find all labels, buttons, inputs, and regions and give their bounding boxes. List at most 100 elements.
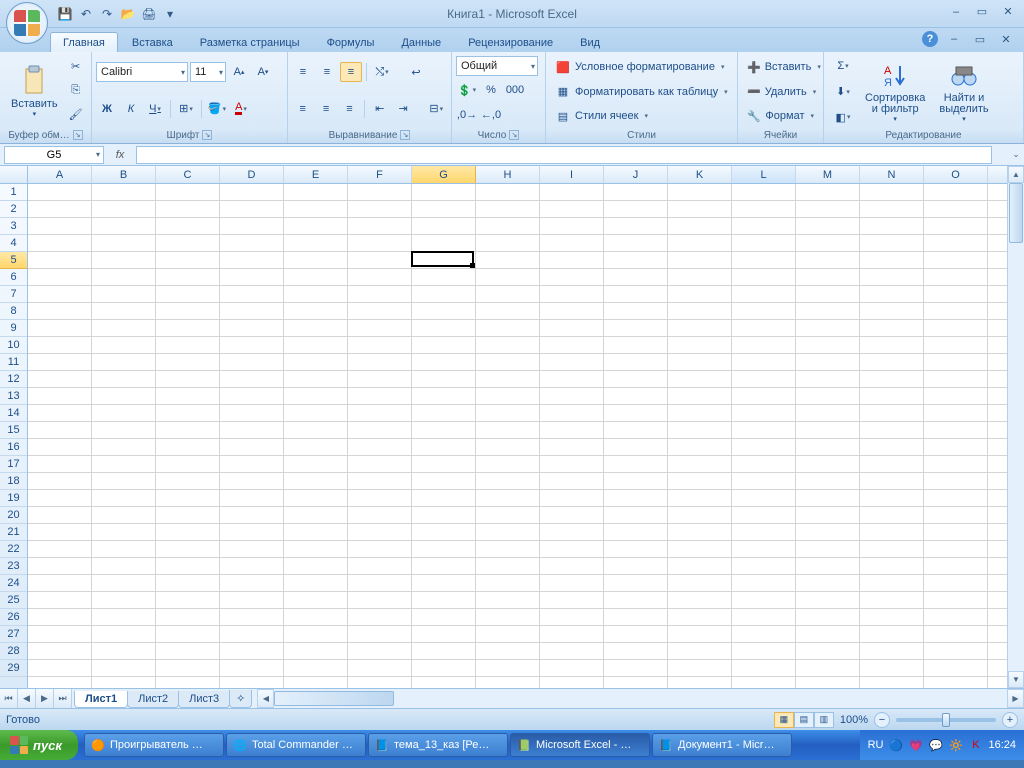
sheet-tab-2[interactable]: Лист2	[127, 691, 179, 708]
vertical-scrollbar[interactable]: ▲ ▼	[1007, 166, 1024, 688]
font-size-combo[interactable]: 11	[190, 62, 226, 82]
office-button[interactable]	[6, 2, 48, 44]
font-color-button[interactable]: A	[230, 99, 252, 119]
taskbar-item[interactable]: 📘тема_13_каз [Ре…	[368, 733, 508, 757]
align-middle-button[interactable]: ≡	[316, 62, 338, 82]
sheet-tab-new[interactable]: ✧	[229, 690, 252, 708]
column-header-C[interactable]: C	[156, 166, 220, 183]
italic-button[interactable]: К	[120, 99, 142, 119]
row-header-23[interactable]: 23	[0, 558, 27, 575]
format-as-table-button[interactable]: ▦Форматировать как таблицу	[550, 81, 733, 103]
zoom-thumb[interactable]	[942, 713, 950, 727]
tab-view[interactable]: Вид	[567, 32, 613, 52]
wrap-text-button[interactable]: ↩	[405, 62, 427, 82]
font-dialog-launcher[interactable]: ↘	[202, 130, 212, 140]
active-cell[interactable]	[411, 251, 474, 267]
column-header-I[interactable]: I	[540, 166, 604, 183]
row-header-11[interactable]: 11	[0, 354, 27, 371]
align-bottom-button[interactable]: ≡	[340, 62, 362, 82]
shrink-font-button[interactable]: A▾	[252, 62, 274, 82]
comma-button[interactable]: 000	[504, 80, 526, 100]
tray-icon-2[interactable]: 💗	[908, 738, 923, 753]
align-left-button[interactable]: ≡	[292, 99, 313, 119]
font-name-combo[interactable]: Calibri	[96, 62, 188, 82]
sheet-tab-1[interactable]: Лист1	[74, 691, 128, 708]
sheet-nav-prev[interactable]: ◀	[18, 689, 36, 708]
scroll-down-button[interactable]: ▼	[1008, 671, 1024, 688]
number-format-combo[interactable]: Общий	[456, 56, 538, 76]
row-header-7[interactable]: 7	[0, 286, 27, 303]
row-header-16[interactable]: 16	[0, 439, 27, 456]
column-header-H[interactable]: H	[476, 166, 540, 183]
scroll-up-button[interactable]: ▲	[1008, 166, 1024, 183]
decrease-decimal-button[interactable]: ←,0	[480, 105, 502, 125]
increase-decimal-button[interactable]: ,0→	[456, 105, 478, 125]
tab-review[interactable]: Рецензирование	[455, 32, 566, 52]
align-center-button[interactable]: ≡	[315, 99, 336, 119]
formula-input[interactable]	[136, 146, 992, 164]
number-dialog-launcher[interactable]: ↘	[509, 130, 519, 140]
tab-home[interactable]: Главная	[50, 32, 118, 52]
row-header-9[interactable]: 9	[0, 320, 27, 337]
decrease-indent-button[interactable]: ⇤	[369, 99, 390, 119]
column-header-E[interactable]: E	[284, 166, 348, 183]
row-header-25[interactable]: 25	[0, 592, 27, 609]
view-normal-button[interactable]: ▦	[774, 712, 794, 728]
row-header-29[interactable]: 29	[0, 660, 27, 677]
percent-button[interactable]: %	[480, 80, 502, 100]
insert-cells-button[interactable]: ➕Вставить	[742, 56, 819, 78]
clock[interactable]: 16:24	[988, 739, 1016, 751]
copy-button[interactable]: ⎘	[65, 80, 87, 100]
tab-formulas[interactable]: Формулы	[314, 32, 388, 52]
vscroll-thumb[interactable]	[1009, 183, 1023, 243]
row-header-4[interactable]: 4	[0, 235, 27, 252]
row-header-1[interactable]: 1	[0, 184, 27, 201]
hscroll-thumb[interactable]	[274, 691, 394, 706]
tray-icon-4[interactable]: 🔆	[948, 738, 963, 753]
row-header-17[interactable]: 17	[0, 456, 27, 473]
sort-filter-button[interactable]: AЯ Сортировка и фильтр▾	[858, 54, 932, 127]
tray-icon-1[interactable]: 🔵	[888, 738, 903, 753]
fill-button[interactable]: ⬇	[828, 82, 858, 102]
row-header-18[interactable]: 18	[0, 473, 27, 490]
merge-center-button[interactable]: ⊟	[426, 99, 447, 119]
row-header-15[interactable]: 15	[0, 422, 27, 439]
expand-formula-bar[interactable]: ⌄	[1008, 146, 1024, 164]
view-page-layout-button[interactable]: ▤	[794, 712, 814, 728]
minimize-button[interactable]: –	[946, 4, 966, 19]
doc-minimize-button[interactable]: –	[944, 32, 964, 47]
row-header-14[interactable]: 14	[0, 405, 27, 422]
format-cells-button[interactable]: 🔧Формат	[742, 105, 819, 127]
tab-page-layout[interactable]: Разметка страницы	[187, 32, 313, 52]
underline-button[interactable]: Ч	[144, 99, 166, 119]
paste-button[interactable]: Вставить ▾	[4, 54, 65, 127]
qat-print[interactable]: 🖨	[140, 5, 158, 23]
row-header-10[interactable]: 10	[0, 337, 27, 354]
tab-insert[interactable]: Вставка	[119, 32, 186, 52]
row-header-3[interactable]: 3	[0, 218, 27, 235]
column-header-G[interactable]: G	[412, 166, 476, 183]
cell-styles-button[interactable]: ▤Стили ячеек	[550, 105, 733, 127]
zoom-out-button[interactable]: −	[874, 712, 890, 728]
scroll-right-button[interactable]: ▶	[1007, 689, 1024, 708]
tray-icon-3[interactable]: 💬	[928, 738, 943, 753]
sheet-tab-3[interactable]: Лист3	[178, 691, 230, 708]
doc-close-button[interactable]: ✕	[996, 32, 1016, 47]
format-painter-button[interactable]: 🖌	[65, 105, 87, 125]
clear-button[interactable]: ◧	[828, 107, 858, 127]
row-header-5[interactable]: 5	[0, 252, 27, 269]
taskbar-item[interactable]: 📘Документ1 - Micr…	[652, 733, 792, 757]
row-header-24[interactable]: 24	[0, 575, 27, 592]
qat-redo[interactable]: ↷	[98, 5, 116, 23]
column-header-L[interactable]: L	[732, 166, 796, 183]
view-page-break-button[interactable]: ▥	[814, 712, 834, 728]
sheet-nav-last[interactable]: ⏭	[54, 689, 72, 708]
row-header-13[interactable]: 13	[0, 388, 27, 405]
language-indicator[interactable]: RU	[868, 739, 884, 751]
help-button[interactable]: ?	[922, 31, 938, 47]
zoom-slider[interactable]	[896, 718, 996, 722]
column-header-N[interactable]: N	[860, 166, 924, 183]
insert-function-button[interactable]: fx	[110, 146, 130, 164]
row-header-26[interactable]: 26	[0, 609, 27, 626]
sheet-nav-first[interactable]: ⏮	[0, 689, 18, 708]
